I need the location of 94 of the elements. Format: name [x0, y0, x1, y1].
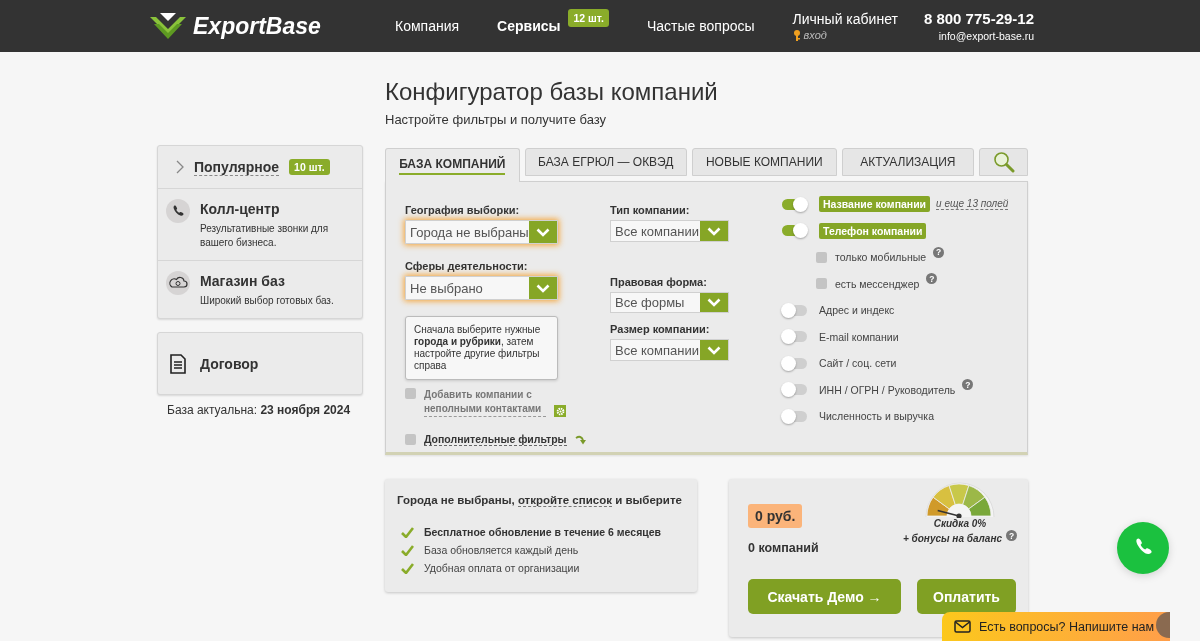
field-option-label: Адрес и индекс: [819, 304, 895, 317]
summary-text: Города не выбраны, откройте список и выберите: [397, 494, 682, 507]
field-option-label: Численность и выручка: [819, 410, 934, 423]
chat-button[interactable]: Есть вопросы? Напишите нам: [942, 612, 1170, 641]
tab[interactable]: АКТУАЛИЗАЦИЯ: [841, 148, 975, 176]
phone-number: 8 800 775-29-12: [923, 10, 1034, 27]
check-icon: [401, 544, 414, 556]
toggle-switch[interactable]: [782, 384, 807, 396]
checkbox[interactable]: [816, 278, 827, 290]
field-label: Сферы деятельности:: [405, 260, 529, 272]
page-title: Конфигуратор базы компаний: [385, 78, 719, 106]
chevron-icon: [536, 227, 550, 237]
checkbox[interactable]: [405, 434, 416, 445]
chevron-icon: [536, 283, 550, 293]
toggle-switch[interactable]: [782, 198, 807, 210]
help-icon[interactable]: ?: [926, 273, 938, 285]
toggle-switch[interactable]: [782, 331, 807, 343]
email-address: info@export-base.ru: [938, 30, 1034, 42]
mail-icon: [954, 620, 971, 633]
gauge-needle: [936, 509, 962, 518]
settings-icon[interactable]: [554, 405, 566, 417]
field-label: Тип компании:: [610, 204, 691, 216]
account-link[interactable]: Личный кабинет: [792, 11, 898, 27]
cloud-icon: [166, 271, 190, 295]
contract-label: Договор: [200, 355, 259, 372]
service-description: Широкий выбор готовых баз.: [200, 294, 335, 308]
document-icon: [170, 353, 186, 374]
curved-arrow-icon: [574, 434, 587, 445]
dropdown[interactable]: Все формы: [610, 292, 729, 313]
help-icon[interactable]: ?: [933, 246, 945, 258]
logo-text: ExportBase: [193, 12, 321, 40]
tooltip: Сначала выберите нужные города и рубрики, затем настройте другие фильтры справа: [405, 316, 558, 380]
update-date-text: База актуальна: 23 ноября 2024: [167, 403, 352, 417]
field-option-label: E-mail компании: [819, 330, 899, 343]
benefit-text: Удобная оплата от организации: [424, 562, 580, 574]
benefit-text: Бесплатное обновление в течение 6 месяцев: [424, 526, 661, 538]
tab[interactable]: БАЗА КОМПАНИЙ: [385, 148, 520, 182]
checkbox[interactable]: [405, 388, 416, 399]
price-badge: 0 руб.: [748, 504, 803, 528]
field-label: Размер компании:: [610, 323, 711, 335]
checkbox[interactable]: [816, 251, 827, 263]
field-option-label: есть мессенджер: [835, 277, 920, 290]
toggle-switch[interactable]: [782, 410, 807, 422]
dropdown[interactable]: Не выбрано: [405, 276, 558, 300]
dropdown[interactable]: Все компании: [610, 220, 729, 242]
nav-link[interactable]: Частые вопросы: [647, 18, 755, 34]
service-title[interactable]: Колл-центр: [200, 201, 350, 217]
company-count: 0 компаний: [748, 541, 819, 555]
field-label: Правовая форма:: [610, 276, 708, 288]
more-fields-link[interactable]: и еще 13 полей: [936, 198, 1009, 211]
dropdown[interactable]: Города не выбраны: [405, 220, 558, 244]
field-option-label: Телефон компании: [819, 222, 927, 239]
call-button[interactable]: [1117, 522, 1169, 574]
phone-icon: [166, 199, 190, 223]
page-subtitle: Настройте фильтры и получите базу: [385, 112, 608, 127]
field-option-label: только мобильные: [835, 251, 927, 264]
key-icon: [792, 29, 801, 41]
chevron-icon: [707, 226, 721, 236]
extra-filters-link[interactable]: Дополнительные фильтры: [424, 433, 567, 446]
login-link[interactable]: вход: [803, 29, 827, 41]
open-list-link[interactable]: откройте список: [517, 494, 612, 507]
dropdown[interactable]: Все компании: [610, 339, 729, 361]
service-title[interactable]: Магазин баз: [200, 273, 350, 289]
toggle-switch[interactable]: [782, 225, 807, 237]
bonus-label: + бонусы на баланс: [902, 533, 1002, 544]
field-option-label: Сайт / соц. сети: [819, 357, 897, 370]
search-button[interactable]: [979, 148, 1028, 176]
logo-icon: [150, 12, 186, 40]
chevron-icon: [707, 298, 721, 307]
check-icon: [401, 562, 414, 574]
incomplete-contacts-link[interactable]: Добавить компании с неполными контактами: [424, 388, 546, 417]
contract-card[interactable]: Договор: [157, 332, 363, 395]
tab[interactable]: НОВЫЕ КОМПАНИИ: [692, 148, 837, 176]
chevron-icon: [707, 345, 721, 355]
field-option-label: ИНН / ОГРН / Руководитель: [819, 383, 956, 396]
count-badge: 10 шт.: [289, 159, 330, 175]
toggle-switch[interactable]: [782, 357, 807, 369]
search-icon: [992, 151, 1015, 173]
popular-link[interactable]: Популярное: [194, 158, 280, 176]
tab[interactable]: БАЗА ЕГРЮЛ — ОКВЭД: [524, 148, 688, 176]
field-option-label: Название компании: [819, 196, 931, 213]
check-icon: [401, 526, 414, 538]
discount-label: Скидка 0%: [933, 518, 987, 529]
field-label: География выборки:: [405, 204, 521, 216]
nav-link[interactable]: Компания: [395, 18, 460, 34]
help-icon[interactable]: ?: [1006, 530, 1017, 541]
gauge-scale: [925, 482, 995, 518]
nav-link[interactable]: Сервисы: [497, 18, 561, 34]
help-icon[interactable]: ?: [962, 379, 974, 391]
benefit-text: База обновляется каждый день: [424, 544, 579, 556]
toggle-switch[interactable]: [782, 304, 807, 316]
count-badge: 12 шт.: [568, 9, 609, 27]
chevron-right-icon: [176, 160, 184, 174]
service-description: Результативные звонки для вашего бизнеса.: [200, 222, 330, 250]
